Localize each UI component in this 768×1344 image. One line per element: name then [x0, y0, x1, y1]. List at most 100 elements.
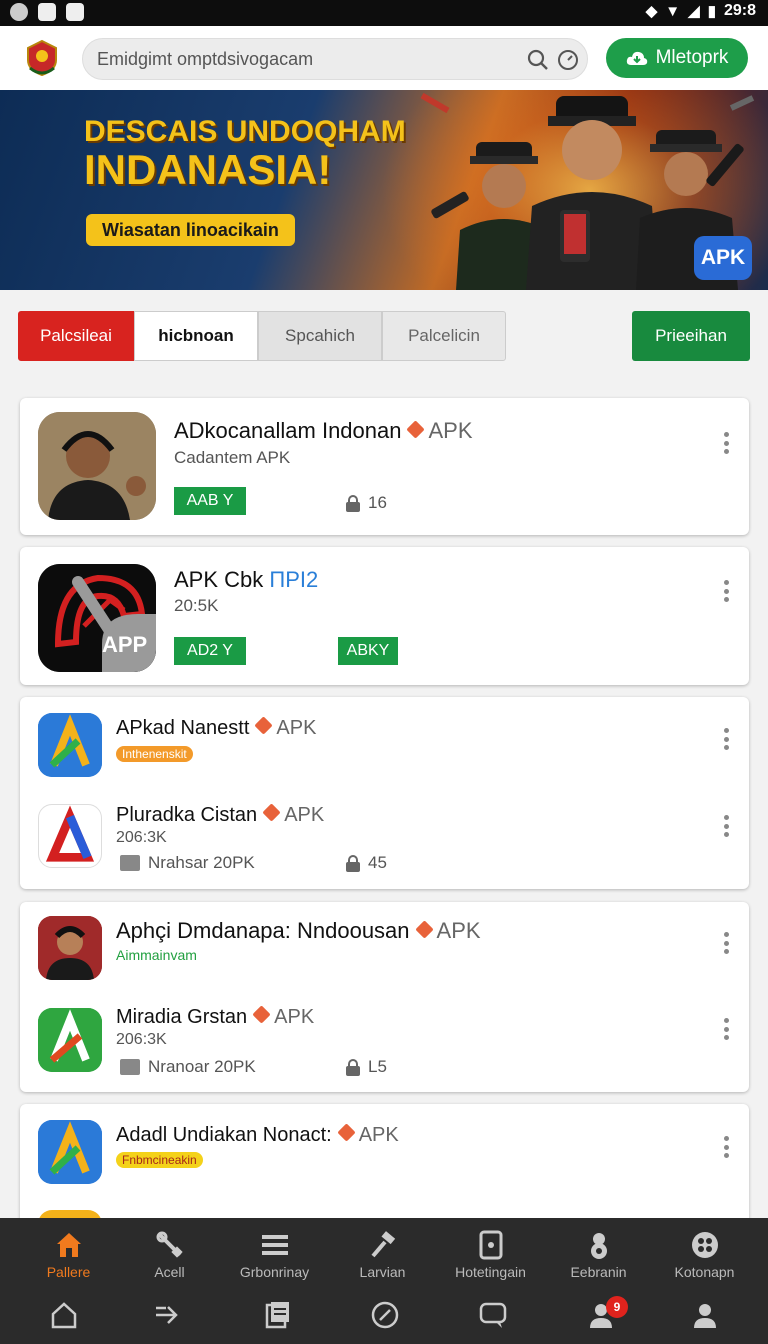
tablet-icon	[479, 1230, 502, 1260]
battery-icon: ▮	[707, 3, 716, 20]
app-size: 20:5K	[174, 596, 219, 615]
app-card-group: Adadl Undiakan Nonact: APK Fnbmcineakin	[20, 1104, 749, 1234]
more-options-icon[interactable]	[721, 932, 731, 954]
search-icon[interactable]	[527, 49, 549, 71]
app-title[interactable]: Aphçi Dmdanapa: Nndoousan APK	[116, 918, 481, 944]
app-size: 206:3K	[116, 829, 167, 846]
home-icon	[56, 1233, 81, 1257]
package-icon	[120, 855, 140, 871]
app-card[interactable]: ADkocanallam Indonan APK Cadantem APK AAB…	[20, 398, 749, 535]
category-tag: Fnbmcineakin	[116, 1152, 203, 1168]
apk-label: APK	[276, 717, 317, 739]
banner-title-line2: INDANASIA!	[84, 145, 332, 193]
more-options-icon[interactable]	[721, 580, 731, 602]
app-title[interactable]: ADkocanallam Indonan APK	[174, 418, 473, 444]
bottom-navigation: Pallere Acell Grbonrinay Larvian Hotetin…	[0, 1218, 768, 1344]
lock-icon	[346, 854, 360, 872]
profile-icon[interactable]	[690, 1300, 720, 1330]
nav-label: Hotetingain	[455, 1264, 526, 1280]
history-icon[interactable]	[557, 49, 579, 71]
promo-banner[interactable]: DESCAIS UNDOQHAM INDANASIA! Wiasatan lin…	[0, 90, 768, 290]
lock-icon	[346, 1058, 360, 1076]
nav-item-6[interactable]: Eebranin	[544, 1218, 653, 1290]
app-title[interactable]: APkad Nanestt APK	[116, 716, 317, 740]
app-subtitle: Cadantem APK	[174, 448, 291, 467]
more-options-icon[interactable]	[721, 815, 731, 837]
document-icon[interactable]	[262, 1300, 292, 1330]
tab-4[interactable]: Palcelicin	[382, 311, 506, 361]
notification-icon	[10, 3, 28, 21]
search-input[interactable]	[97, 47, 517, 71]
nav-label: Acell	[154, 1264, 185, 1280]
app-title[interactable]: Miradia Grstan APK	[116, 1005, 314, 1029]
status-icons-left	[10, 3, 84, 21]
more-options-icon[interactable]	[721, 1136, 731, 1158]
apk-label: APK	[284, 804, 325, 826]
home-outline-icon[interactable]	[49, 1300, 79, 1330]
lock-count-value: L5	[368, 1057, 387, 1076]
app-title-text: Miradia Grstan	[116, 1006, 248, 1028]
compass-icon[interactable]	[370, 1300, 400, 1330]
nav-item-7[interactable]: Kotonapn	[650, 1218, 759, 1290]
arrow-right-icon[interactable]	[152, 1300, 182, 1330]
hammer-icon	[370, 1231, 395, 1258]
nav-label: Eebranin	[570, 1264, 627, 1280]
version-badge[interactable]: AD2 Y	[174, 637, 246, 665]
nav-label: Grbonrinay	[239, 1264, 310, 1280]
banner-subtitle-pill[interactable]: Wiasatan linoacikain	[86, 214, 295, 246]
more-options-icon[interactable]	[721, 728, 731, 750]
nav-item-4[interactable]: Larvian	[328, 1218, 437, 1290]
lock-count-value: 45	[368, 853, 387, 872]
more-options-icon[interactable]	[721, 432, 731, 454]
app-icon-triangle-green[interactable]	[38, 1008, 102, 1072]
apk-label: APK	[358, 1124, 399, 1146]
package-meta: Nranoar 20PK	[120, 1057, 256, 1077]
app-title[interactable]: APK Cbk ПPI2	[174, 567, 318, 593]
developer-name[interactable]: Aimmainvam	[116, 947, 197, 963]
person-icon	[590, 1233, 607, 1259]
lock-count: L5	[346, 1057, 387, 1077]
person-photo-icon	[38, 916, 102, 980]
nav-item-5[interactable]: Hotetingain	[436, 1218, 545, 1290]
search-bar[interactable]	[82, 38, 588, 80]
gallery-notification-icon	[66, 3, 84, 21]
app-title[interactable]: Adadl Undiakan Nonact: APK	[116, 1123, 399, 1147]
system-navigation-bar	[0, 1290, 768, 1344]
app-icon-portrait	[38, 412, 156, 520]
tools-icon	[156, 1231, 183, 1258]
location-icon: ◆	[645, 3, 658, 20]
version-badge[interactable]: AAB Y	[174, 487, 246, 515]
app-icon-triangle-blue[interactable]	[38, 713, 102, 777]
tab-1[interactable]: Palcsileai	[18, 311, 134, 361]
nav-item-1[interactable]: Pallere	[14, 1218, 123, 1290]
chat-icon[interactable]	[478, 1300, 508, 1330]
app-title-accent: ПPI2	[269, 567, 319, 592]
person-photo-icon	[38, 412, 156, 520]
app-card[interactable]: APP APK Cbk ПPI2 20:5K AD2 Y ABKY	[20, 547, 749, 685]
nav-item-3[interactable]: Grbonrinay	[220, 1218, 329, 1290]
type-badge[interactable]: ABKY	[338, 637, 398, 665]
app-icon-label: APP	[102, 632, 148, 657]
tab-2[interactable]: hicbnoan	[134, 311, 258, 361]
nav-item-2[interactable]: Acell	[115, 1218, 224, 1290]
package-icon	[120, 1059, 140, 1075]
header-action-button[interactable]: Mletoprk	[606, 38, 748, 78]
wifi-icon: ▼	[665, 2, 681, 20]
status-time: 29:8	[723, 2, 756, 19]
app-icon-triangle-red[interactable]	[38, 804, 102, 868]
app-icon-triangle-blue[interactable]	[38, 1120, 102, 1184]
filter-button[interactable]: Prieeihan	[632, 311, 750, 361]
tab-3[interactable]: Spcahich	[258, 311, 382, 361]
more-options-icon[interactable]	[721, 1018, 731, 1040]
banner-title: DESCAIS UNDOQHAM INDANASIA!	[84, 116, 414, 192]
app-icon-portrait[interactable]	[38, 916, 102, 980]
app-title-text: APK Cbk	[174, 567, 264, 592]
app-title-text: ADkocanallam Indonan	[174, 418, 402, 443]
app-title-text: Aphçi Dmdanapa: Nndoousan	[116, 918, 410, 943]
category-tag: Inthenenskit	[116, 746, 193, 762]
apk-diamond-icon	[406, 420, 426, 439]
notification-badge: 9	[606, 1296, 628, 1318]
list-icon	[261, 1235, 288, 1255]
top-header: Mletoprk	[0, 26, 768, 90]
app-title[interactable]: Pluradka Cistan APK	[116, 803, 325, 827]
